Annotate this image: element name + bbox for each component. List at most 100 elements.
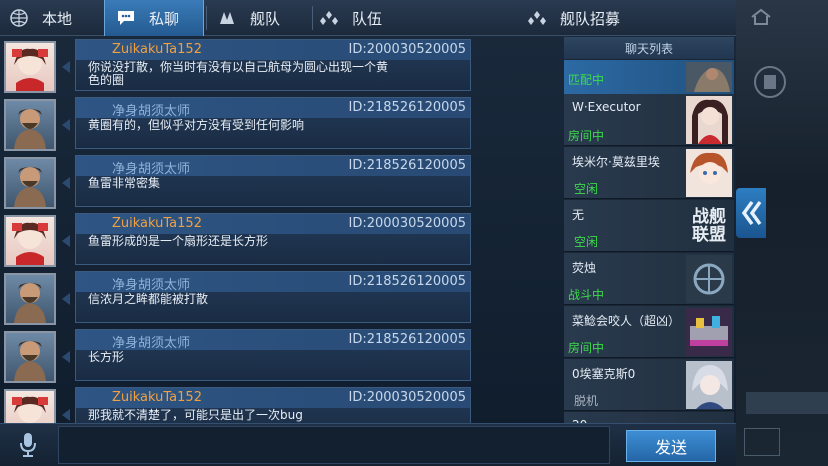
message-item: ZuikakuTa152 ID:200030520005 鱼雷形成的是一个扇形还… xyxy=(0,211,560,267)
chat-list-item-avatar xyxy=(686,149,732,197)
message-user-id: ID:218526120005 xyxy=(348,332,466,347)
message-user-id: ID:200030520005 xyxy=(348,216,466,231)
message-text: 那我就不清楚了，可能只是出了一次bug xyxy=(88,408,303,422)
message-bubble: 净身胡须太师 ID:218526120005 长方形 xyxy=(75,329,471,381)
chat-list-panel[interactable]: 聊天列表 匹配中 W·Executor 房间中 埃米尔·莫兹里埃 空闲 无 空闲 xyxy=(564,37,734,423)
message-text: 鱼雷非常密集 xyxy=(88,176,161,190)
chat-list-item-avatar xyxy=(686,96,732,144)
tab-local-label: 本地 xyxy=(42,9,73,28)
message-list[interactable]: ZuikakuTa152 ID:200030520005 你说没打散，你当时有没… xyxy=(0,37,560,423)
fleet-icon xyxy=(216,8,238,28)
chat-list-item-status: 脱机 xyxy=(574,394,599,408)
message-sender[interactable]: 净身胡须太师 xyxy=(112,158,190,177)
double-chevron-left-icon xyxy=(741,200,762,226)
avatar[interactable] xyxy=(4,389,56,423)
chat-input-bar: 发送 xyxy=(0,423,736,466)
voice-input-button[interactable] xyxy=(14,430,42,460)
message-bubble: 净身胡须太师 ID:218526120005 黄圈有的，但似乎对方没有受到任何影… xyxy=(75,97,471,149)
chat-list-item-name: 无 xyxy=(572,208,585,222)
message-item: 净身胡须太师 ID:218526120005 长方形 xyxy=(0,327,560,383)
bubble-pointer xyxy=(62,61,70,73)
message-bubble: ZuikakuTa152 ID:200030520005 你说没打散，你当时有没… xyxy=(75,39,471,91)
background-button xyxy=(744,428,780,456)
message-sender[interactable]: 净身胡须太师 xyxy=(112,332,190,351)
message-sender[interactable]: ZuikakuTa152 xyxy=(112,42,202,57)
message-item: 净身胡须太师 ID:218526120005 信浓月之眸都能被打散 xyxy=(0,269,560,325)
chat-list-item-status: 房间中 xyxy=(568,341,605,355)
chat-list-item-status: 战斗中 xyxy=(568,288,605,302)
chat-list-item-name: 埃米尔·莫兹里埃 xyxy=(572,155,660,169)
avatar[interactable] xyxy=(4,157,56,209)
message-user-id: ID:218526120005 xyxy=(348,158,466,173)
app-root: 本地 私聊 舰队 队伍 舰队招募 ZuikakuTa152 ID:2000305… xyxy=(0,0,828,466)
message-bubble: 净身胡须太师 ID:218526120005 鱼雷非常密集 xyxy=(75,155,471,207)
tab-team[interactable]: 队伍 xyxy=(318,0,414,36)
chat-list-item[interactable]: 无 空闲 战舰 联盟 xyxy=(564,200,734,252)
chat-bubble-icon xyxy=(115,8,137,28)
message-sender[interactable]: 净身胡须太师 xyxy=(112,100,190,119)
chat-list-item-name: 0埃塞克斯0 xyxy=(572,367,636,381)
avatar[interactable] xyxy=(4,331,56,383)
microphone-icon xyxy=(20,433,36,457)
tab-recruit-label: 舰队招募 xyxy=(560,9,621,28)
chat-list-item[interactable]: 0埃塞克斯0 脱机 xyxy=(564,359,734,411)
message-sender[interactable]: 净身胡须太师 xyxy=(112,274,190,293)
bubble-pointer xyxy=(62,293,70,305)
chat-list-item-name: W·Executor xyxy=(572,100,641,114)
chat-list-item-avatar xyxy=(686,62,732,92)
send-button[interactable]: 发送 xyxy=(626,430,716,462)
bubble-pointer xyxy=(62,119,70,131)
game-logo-icon: 战舰 联盟 xyxy=(686,202,732,250)
message-item: 净身胡须太师 ID:218526120005 鱼雷非常密集 xyxy=(0,153,560,209)
globe-icon xyxy=(8,8,30,28)
avatar[interactable] xyxy=(4,273,56,325)
message-input[interactable] xyxy=(58,426,610,464)
tab-fleet-label: 舰队 xyxy=(250,9,281,28)
chat-list-item[interactable]: W·Executor 房间中 xyxy=(564,94,734,146)
chat-list-item[interactable]: 埃米尔·莫兹里埃 空闲 xyxy=(564,147,734,199)
tab-fleet[interactable]: 舰队 xyxy=(216,0,312,36)
bubble-pointer xyxy=(62,235,70,247)
chat-list-item-name: 荧烛 xyxy=(572,261,597,275)
message-sender[interactable]: ZuikakuTa152 xyxy=(112,390,202,405)
chat-list-item-name: 菜鲶会咬人（超凶） xyxy=(572,314,681,328)
avatar[interactable] xyxy=(4,41,56,93)
tab-local[interactable]: 本地 xyxy=(8,0,104,36)
collapse-chat-button[interactable] xyxy=(736,188,766,238)
background-panel xyxy=(746,392,828,414)
bubble-pointer xyxy=(62,351,70,363)
chat-list-item[interactable]: 菜鲶会咬人（超凶） 房间中 xyxy=(564,306,734,358)
chat-list-title: 聊天列表 xyxy=(564,37,734,59)
recruit-icon xyxy=(526,8,548,28)
avatar[interactable] xyxy=(4,99,56,151)
tab-private[interactable]: 私聊 xyxy=(104,0,204,36)
message-text: 鱼雷形成的是一个扇形还是长方形 xyxy=(88,234,269,248)
tab-team-label: 队伍 xyxy=(352,9,383,28)
rank-emblem-icon xyxy=(754,66,786,98)
tab-divider xyxy=(312,6,313,30)
message-bubble: 净身胡须太师 ID:218526120005 信浓月之眸都能被打散 xyxy=(75,271,471,323)
bubble-pointer xyxy=(62,177,70,189)
tab-divider xyxy=(206,6,207,30)
message-user-id: ID:218526120005 xyxy=(348,274,466,289)
chat-list-item[interactable]: 荧烛 战斗中 xyxy=(564,253,734,305)
message-bubble: ZuikakuTa152 ID:200030520005 鱼雷形成的是一个扇形还… xyxy=(75,213,471,265)
avatar[interactable] xyxy=(4,215,56,267)
chat-list-item[interactable]: 20 xyxy=(564,412,734,423)
home-icon xyxy=(751,8,771,25)
message-text: 黄圈有的，但似乎对方没有受到任何影响 xyxy=(88,118,305,132)
tab-recruit[interactable]: 舰队招募 xyxy=(526,0,656,36)
message-text: 信浓月之眸都能被打散 xyxy=(88,292,209,306)
bubble-pointer xyxy=(62,409,70,421)
chat-list-item-status: 空闲 xyxy=(574,235,599,249)
message-item: ZuikakuTa152 ID:200030520005 那我就不清楚了，可能只… xyxy=(0,385,560,423)
message-sender[interactable]: ZuikakuTa152 xyxy=(112,216,202,231)
game-logo-text: 战舰 联盟 xyxy=(692,207,726,245)
message-text: 长方形 xyxy=(88,350,125,364)
message-user-id: ID:218526120005 xyxy=(348,100,466,115)
chat-list-item-status: 房间中 xyxy=(568,129,605,143)
message-bubble: ZuikakuTa152 ID:200030520005 那我就不清楚了，可能只… xyxy=(75,387,471,423)
chat-list-item-status: 匹配中 xyxy=(568,73,605,87)
message-item: ZuikakuTa152 ID:200030520005 你说没打散，你当时有没… xyxy=(0,37,560,93)
message-item: 净身胡须太师 ID:218526120005 黄圈有的，但似乎对方没有受到任何影… xyxy=(0,95,560,151)
